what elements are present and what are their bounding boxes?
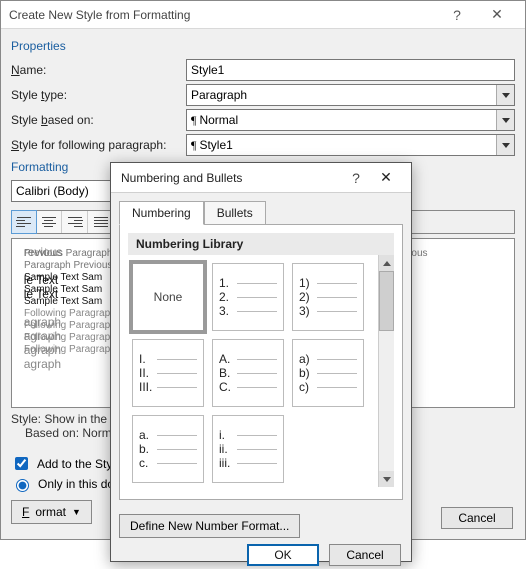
based-on-label: Style based on:: [11, 113, 186, 127]
close-button[interactable]: ✕: [477, 6, 517, 23]
numbering-panel: Numbering Library None 1. 2. 3. 1) 2) 3)…: [119, 224, 403, 500]
dialog-title: Numbering and Bullets: [121, 171, 341, 185]
library-heading: Numbering Library: [128, 233, 394, 255]
numbering-tile-lower-roman[interactable]: i. ii. iii.: [212, 415, 284, 483]
scroll-up-icon[interactable]: [379, 255, 394, 271]
numbering-grid: None 1. 2. 3. 1) 2) 3) I. II. III. A.: [128, 255, 376, 487]
scroll-thumb[interactable]: [379, 271, 394, 331]
numbering-bullets-dialog: Numbering and Bullets ? ✕ Numbering Bull…: [110, 162, 412, 562]
based-on-combo[interactable]: ¶ Normal: [186, 109, 515, 131]
align-right-button[interactable]: [62, 211, 88, 233]
chevron-down-icon: [496, 135, 514, 155]
scrollbar[interactable]: [378, 255, 394, 487]
style-type-combo[interactable]: Paragraph: [186, 84, 515, 106]
scroll-down-icon[interactable]: [379, 471, 394, 487]
titlebar: Numbering and Bullets ? ✕: [111, 163, 411, 193]
name-label: Name:: [11, 63, 186, 77]
caret-down-icon: ▼: [72, 507, 81, 517]
numbering-tile-decimal-paren[interactable]: 1) 2) 3): [292, 263, 364, 331]
numbering-tile-lower-alpha-paren[interactable]: a) b) c): [292, 339, 364, 407]
cancel-button[interactable]: Cancel: [329, 544, 401, 566]
properties-heading: Properties: [11, 39, 515, 53]
align-center-button[interactable]: [36, 211, 62, 233]
align-left-button[interactable]: [11, 210, 37, 234]
style-type-label: Style type:: [11, 88, 186, 102]
cancel-button[interactable]: Cancel: [441, 507, 513, 529]
define-new-format-button[interactable]: Define New Number Format...: [119, 514, 300, 538]
help-button[interactable]: ?: [341, 170, 371, 186]
titlebar: Create New Style from Formatting ? ✕: [1, 1, 525, 29]
numbering-tile-none[interactable]: None: [132, 263, 204, 331]
tab-bullets[interactable]: Bullets: [204, 201, 266, 225]
tab-numbering[interactable]: Numbering: [119, 201, 204, 225]
tab-strip: Numbering Bullets: [111, 193, 411, 225]
chevron-down-icon: [496, 85, 514, 105]
close-button[interactable]: ✕: [371, 169, 401, 186]
format-menu-button[interactable]: Format▼: [11, 500, 92, 524]
name-input[interactable]: [186, 59, 515, 81]
numbering-tile-upper-roman[interactable]: I. II. III.: [132, 339, 204, 407]
numbering-tile-decimal-dot[interactable]: 1. 2. 3.: [212, 263, 284, 331]
numbering-tile-upper-alpha[interactable]: A. B. C.: [212, 339, 284, 407]
following-para-combo[interactable]: ¶ Style1: [186, 134, 515, 156]
following-para-label: Style for following paragraph:: [11, 138, 186, 152]
numbering-tile-lower-alpha-dot[interactable]: a. b. c.: [132, 415, 204, 483]
help-button[interactable]: ?: [437, 7, 477, 23]
chevron-down-icon: [496, 110, 514, 130]
ok-button[interactable]: OK: [247, 544, 319, 566]
dialog-title: Create New Style from Formatting: [9, 8, 437, 22]
